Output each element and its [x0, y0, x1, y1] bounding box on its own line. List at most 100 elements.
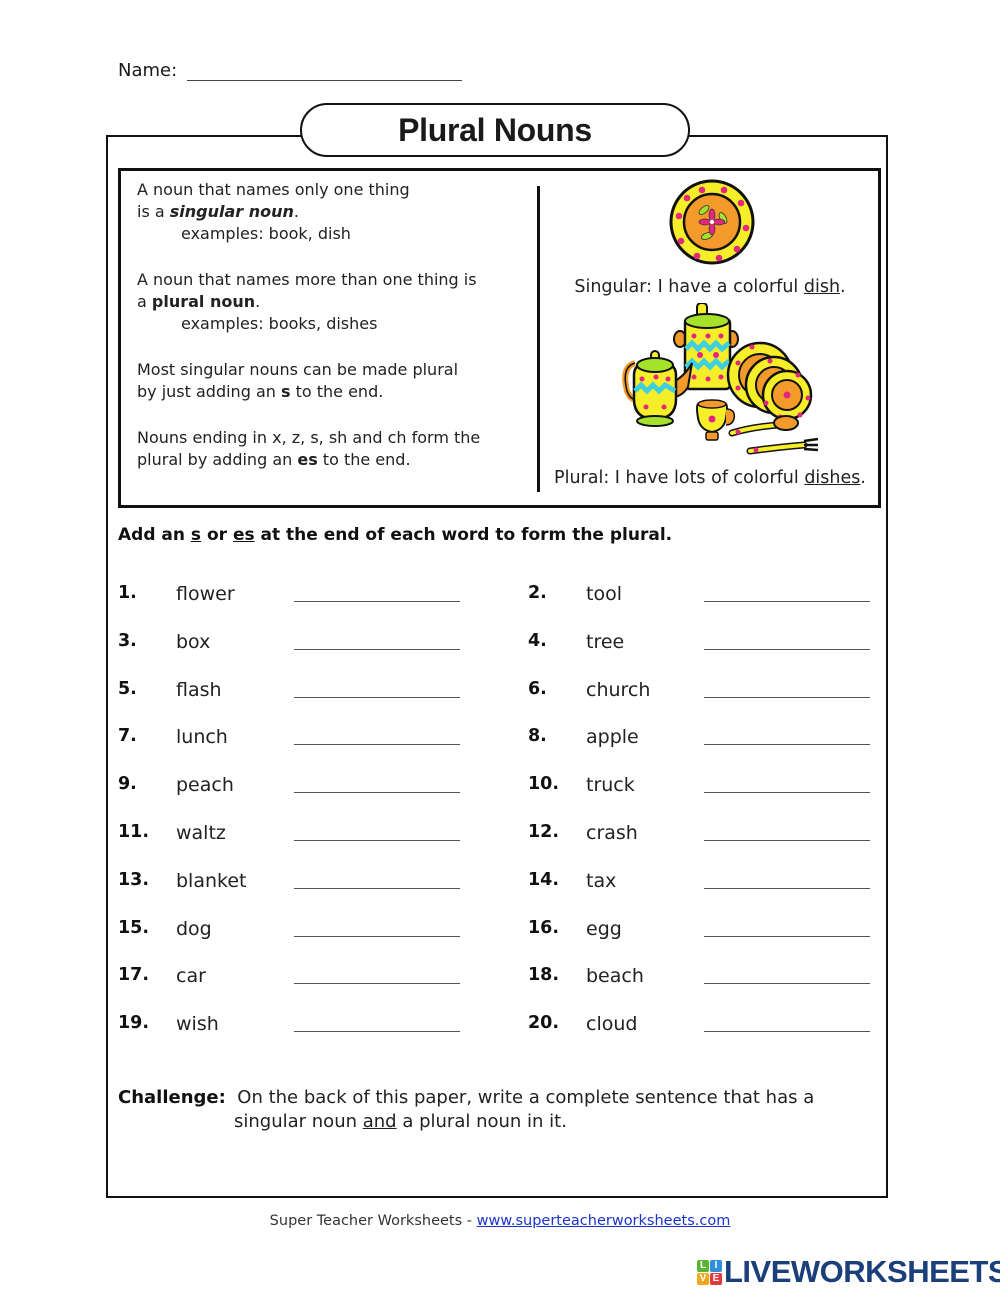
live-tile-v: V	[697, 1272, 709, 1285]
item-number: 17.	[118, 965, 150, 986]
answer-blank[interactable]	[294, 792, 460, 794]
item-number: 8.	[528, 726, 547, 747]
answer-blank[interactable]	[704, 601, 870, 602]
challenge-line-2: singular noun and a plural noun in it.	[234, 1111, 567, 1132]
answer-blank[interactable]	[294, 887, 460, 889]
footer-credit: Super Teacher Worksheets - www.superteac…	[0, 1213, 1000, 1229]
plural-caption: Plural: I have lots of colorful dishes.	[554, 468, 866, 488]
rule-s-line-2: by just adding an s to the end.	[137, 382, 384, 401]
item-word: waltz	[176, 822, 226, 844]
footer-link[interactable]: www.superteacherworksheets.com	[477, 1213, 731, 1229]
item-number: 10.	[528, 774, 560, 795]
item-word: lunch	[176, 726, 228, 749]
item-number: 16.	[528, 917, 560, 938]
answer-blank[interactable]	[294, 648, 460, 650]
singular-word: dish	[803, 277, 841, 297]
singular-line-1: A noun that names only one thing	[137, 180, 410, 199]
rule-add-s: Most singular nouns can be made plural b…	[137, 359, 458, 403]
item-word: apple	[586, 726, 639, 749]
item-word: flower	[176, 583, 235, 605]
dishes-set-icon	[622, 303, 819, 455]
item-number: 1.	[118, 583, 137, 603]
rule-es-line-1: Nouns ending in x, z, s, sh and ch form …	[137, 428, 481, 447]
page-title: Plural Nouns	[300, 103, 690, 157]
item-number: 12.	[528, 822, 560, 842]
page-title-text: Plural Nouns	[398, 111, 592, 148]
item-word: truck	[586, 774, 635, 797]
plural-examples: examples: books, dishes	[181, 314, 378, 333]
item-word: church	[586, 678, 651, 701]
answer-blank[interactable]	[294, 840, 460, 841]
answer-blank[interactable]	[294, 983, 460, 985]
answer-blank[interactable]	[704, 744, 870, 746]
singular-definition: A noun that names only one thing is a si…	[137, 179, 410, 245]
answer-blank[interactable]	[704, 983, 870, 985]
item-number: 2.	[528, 583, 547, 603]
item-number: 20.	[528, 1013, 560, 1034]
item-number: 6.	[528, 678, 547, 699]
answer-blank[interactable]	[704, 792, 870, 794]
name-row: Name:	[118, 60, 463, 81]
item-word: tax	[586, 869, 617, 892]
item-word: cloud	[586, 1013, 638, 1036]
answer-blank[interactable]	[294, 1031, 460, 1033]
item-number: 19.	[118, 1013, 150, 1034]
answer-blank[interactable]	[704, 887, 870, 889]
singular-term: singular noun	[169, 202, 294, 221]
item-number: 13.	[118, 869, 150, 890]
item-word: flash	[176, 678, 222, 701]
item-number: 4.	[528, 630, 547, 651]
plural-line-2: a plural noun.	[137, 292, 261, 311]
answer-blank[interactable]	[294, 935, 460, 937]
rule-add-es: Nouns ending in x, z, s, sh and ch form …	[137, 427, 480, 471]
answer-blank[interactable]	[704, 696, 870, 698]
item-word: dog	[176, 917, 212, 940]
rule-es-line-2: plural by adding an es to the end.	[137, 450, 411, 469]
info-divider	[537, 186, 540, 492]
item-word: egg	[586, 917, 622, 940]
answer-blank[interactable]	[294, 744, 460, 746]
live-tile-i: I	[710, 1259, 722, 1272]
item-number: 5.	[118, 678, 137, 699]
item-word: peach	[176, 774, 234, 797]
live-tile-e: E	[710, 1272, 722, 1285]
plural-line-1: A noun that names more than one thing is	[137, 270, 477, 289]
footer-source: Super Teacher Worksheets -	[269, 1213, 477, 1229]
name-input-line[interactable]	[187, 60, 463, 81]
live-tiles-icon: LIVE	[697, 1259, 722, 1285]
item-word: crash	[586, 822, 638, 844]
answer-blank[interactable]	[704, 935, 870, 937]
item-word: car	[176, 965, 206, 988]
name-label: Name:	[118, 60, 178, 81]
item-number: 9.	[118, 774, 137, 795]
item-word: box	[176, 630, 211, 653]
plural-word: dishes	[804, 468, 861, 488]
plural-term: plural noun	[151, 292, 256, 311]
item-number: 14.	[528, 869, 560, 890]
challenge: Challenge: On the back of this paper, wr…	[118, 1086, 814, 1134]
answer-blank[interactable]	[704, 1031, 870, 1033]
rule-s-line-1: Most singular nouns can be made plural	[137, 360, 459, 379]
answer-blank[interactable]	[294, 696, 460, 698]
item-number: 18.	[528, 965, 560, 986]
answer-blank[interactable]	[294, 601, 460, 602]
instructions: Add an s or es at the end of each word t…	[118, 525, 673, 545]
challenge-label: Challenge:	[118, 1087, 226, 1108]
challenge-line-1: On the back of this paper, write a compl…	[237, 1087, 815, 1108]
singular-caption: Singular: I have a colorful dish.	[574, 277, 846, 297]
item-word: blanket	[176, 869, 247, 892]
singular-examples: examples: book, dish	[181, 224, 351, 243]
item-word: tool	[586, 583, 622, 605]
item-word: beach	[586, 965, 644, 988]
item-number: 15.	[118, 917, 150, 938]
item-number: 3.	[118, 630, 137, 651]
liveworksheets-logo[interactable]: LIVE LIVEWORKSHEETS	[697, 1254, 1000, 1290]
answer-blank[interactable]	[704, 648, 870, 650]
item-number: 7.	[118, 726, 137, 747]
singular-line-2: is a singular noun.	[137, 202, 300, 221]
answer-blank[interactable]	[704, 840, 870, 841]
plate-icon	[669, 179, 755, 265]
live-tile-l: L	[697, 1259, 709, 1272]
item-word: tree	[586, 630, 625, 653]
liveworksheets-wordmark: LIVEWORKSHEETS	[724, 1254, 1000, 1289]
